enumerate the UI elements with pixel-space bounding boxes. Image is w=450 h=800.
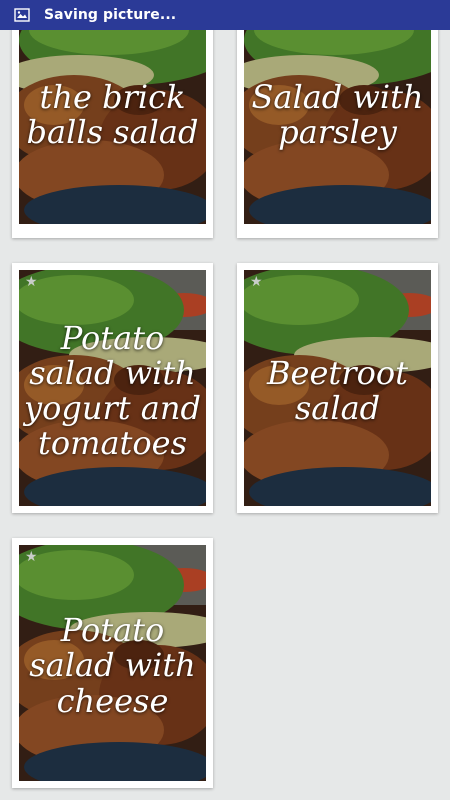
status-text: Saving picture... [44,7,177,23]
recipe-card[interactable]: ★ Potato salad with yogurt and tomatoes [12,263,213,513]
recipe-card[interactable]: ★ Potato salad with cheese [12,538,213,788]
recipe-title: Potato salad with cheese [29,611,196,720]
status-bar: Saving picture... [0,0,450,30]
recipe-card[interactable]: the brick balls salad [12,0,213,238]
recipe-card[interactable]: Salad with parsley [237,0,438,238]
recipe-photo: the brick balls salad [19,0,206,224]
recipe-photo: Salad with parsley [244,0,431,224]
picture-icon [14,8,30,22]
recipe-grid: the brick balls salad Salad with parsley [0,0,450,800]
recipe-title: the brick balls salad [26,77,199,151]
recipe-photo: ★ Potato salad with cheese [19,545,206,781]
recipe-title: Beetroot salad [267,353,408,427]
recipe-title: Potato salad with yogurt and tomatoes [24,318,201,463]
recipe-card[interactable]: ★ Beetroot salad [237,263,438,513]
recipe-photo: ★ Potato salad with yogurt and tomatoes [19,270,206,506]
recipe-photo: ★ Beetroot salad [244,270,431,506]
recipe-title: Salad with parsley [251,77,424,151]
